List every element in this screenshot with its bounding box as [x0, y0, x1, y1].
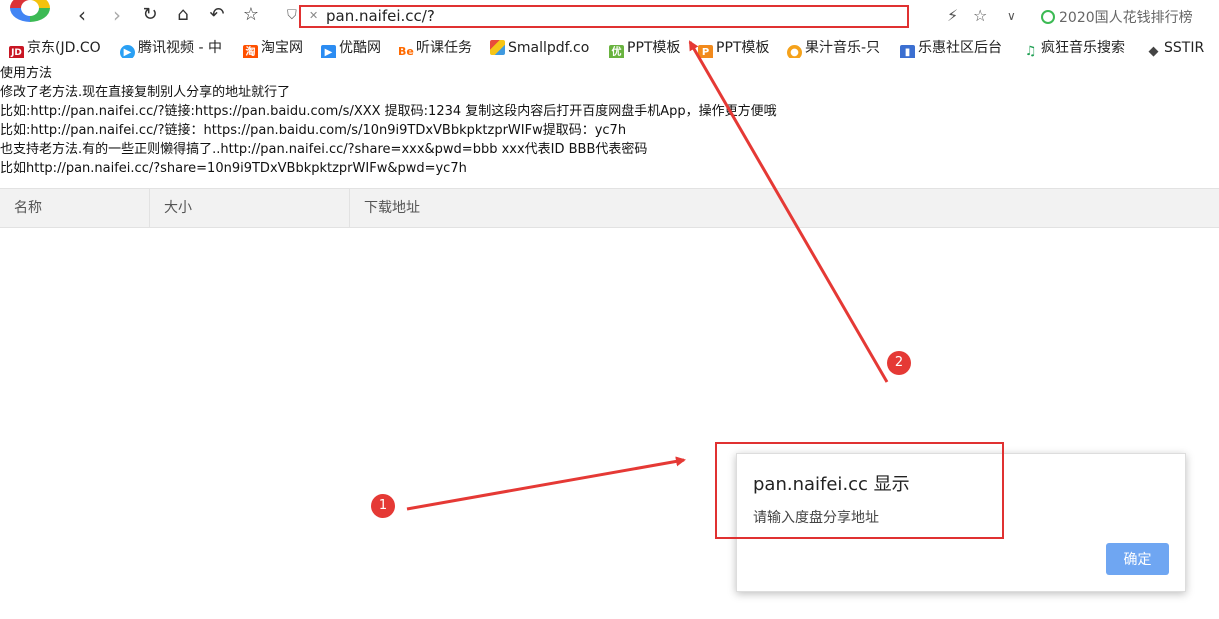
annotation-arrows — [406, 40, 889, 511]
annotation-badge-2: 2 — [887, 351, 911, 375]
arrow-1 — [406, 456, 686, 511]
arrow-2 — [688, 40, 889, 383]
annotation-badge-1: 1 — [371, 494, 395, 518]
